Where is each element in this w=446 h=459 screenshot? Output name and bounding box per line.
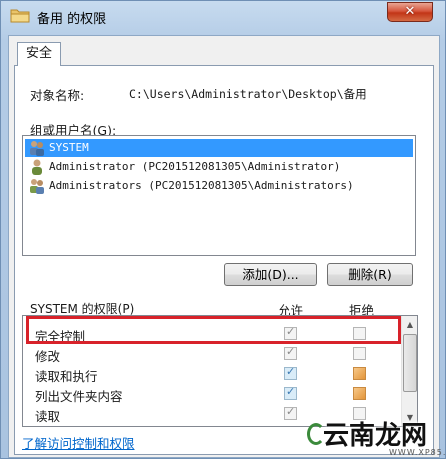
watermark-text: 云南龙网 <box>323 421 428 451</box>
list-item-label: Administrators (PC201512081305\Administr… <box>49 179 354 192</box>
allow-checkbox[interactable] <box>284 385 297 400</box>
perm-row-modify: 修改 <box>23 344 401 364</box>
learn-access-control-link[interactable]: 了解访问控制和权限 <box>22 433 135 452</box>
user-icon <box>32 159 42 175</box>
close-icon: ✕ <box>404 4 416 19</box>
list-item-label: Administrator (PC201512081305\Administra… <box>49 160 341 173</box>
perm-label: 读取 <box>35 409 61 424</box>
remove-button[interactable]: 删除(R) <box>327 263 413 286</box>
scroll-up-icon[interactable]: ▲ <box>402 316 417 333</box>
list-item-administrators[interactable]: Administrators (PC201512081305\Administr… <box>25 177 413 195</box>
deny-checkbox[interactable] <box>353 347 366 360</box>
list-item-administrator[interactable]: Administrator (PC201512081305\Administra… <box>25 158 413 176</box>
deny-checkbox[interactable] <box>353 387 366 400</box>
scroll-thumb[interactable] <box>403 334 417 392</box>
groups-listbox[interactable]: SYSTEM Administrator (PC201512081305\Adm… <box>22 135 416 256</box>
full-control-highlight <box>26 316 401 344</box>
list-item-system[interactable]: SYSTEM <box>25 139 413 157</box>
object-name-value: C:\Users\Administrator\Desktop\备用 <box>129 87 367 101</box>
title-bar: 备用 的权限 ✕ <box>1 1 445 33</box>
object-name-label: 对象名称: <box>30 88 85 103</box>
add-button[interactable]: 添加(D)... <box>224 263 317 286</box>
watermark: 云南龙网 WWW.XP85.COM <box>307 413 446 459</box>
permissions-window: 备用 的权限 ✕ 安全 对象名称: C:\Users\Administrator… <box>0 0 446 459</box>
perm-label: 列出文件夹内容 <box>35 389 123 404</box>
perm-row-list-folder: 列出文件夹内容 <box>23 384 401 404</box>
users-group-icon <box>30 141 44 156</box>
window-title: 备用 的权限 <box>37 12 107 27</box>
watermark-url: WWW.XP85.COM <box>389 448 446 457</box>
tab-security[interactable]: 安全 <box>17 42 61 66</box>
perm-row-read-execute: 读取和执行 <box>23 364 401 384</box>
allow-checkbox[interactable] <box>284 405 297 420</box>
list-item-label: SYSTEM <box>49 141 89 154</box>
perm-label: 修改 <box>35 349 61 364</box>
users-group-icon <box>30 179 44 194</box>
allow-checkbox[interactable] <box>284 365 297 380</box>
permissions-scrollbar[interactable]: ▲ ▼ <box>401 316 417 426</box>
allow-checkbox[interactable] <box>284 345 297 360</box>
perm-label: 读取和执行 <box>35 369 98 384</box>
close-button[interactable]: ✕ <box>387 2 433 22</box>
folder-icon <box>10 9 30 23</box>
tab-security-label: 安全 <box>25 46 52 61</box>
deny-checkbox[interactable] <box>353 367 366 380</box>
